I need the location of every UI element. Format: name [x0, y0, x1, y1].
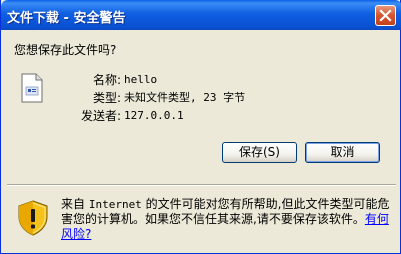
security-warning-text: 来自 Internet 的文件可能对您有所帮助,但此文件类型可能危害您的计算机。… [61, 197, 391, 242]
close-icon [379, 9, 392, 22]
file-name-label: 名称: [92, 73, 121, 87]
warning-text-internet: Internet [88, 198, 142, 211]
file-name-value: hello [124, 73, 158, 86]
file-type-value: 未知文件类型, 23 字节 [124, 91, 246, 104]
security-shield-icon [17, 200, 49, 239]
cancel-button[interactable]: 取消 [305, 142, 380, 163]
file-download-dialog: 文件下载 - 安全警告 您想保存此文件吗? 名称: hello 类型: 未知文件… [0, 0, 401, 254]
window-title: 文件下载 - 安全警告 [7, 11, 126, 26]
save-button[interactable]: 保存(S) [222, 142, 297, 163]
save-question: 您想保存此文件吗? [14, 43, 117, 57]
separator [7, 184, 396, 186]
file-sender-value: 127.0.0.1 [124, 109, 184, 122]
close-button[interactable] [375, 5, 396, 26]
title-bar[interactable]: 文件下载 - 安全警告 [1, 0, 401, 30]
warning-text-part1: 来自 [61, 197, 89, 211]
file-type-label: 类型: [92, 91, 121, 105]
file-sender-label: 发送者: [80, 109, 121, 123]
